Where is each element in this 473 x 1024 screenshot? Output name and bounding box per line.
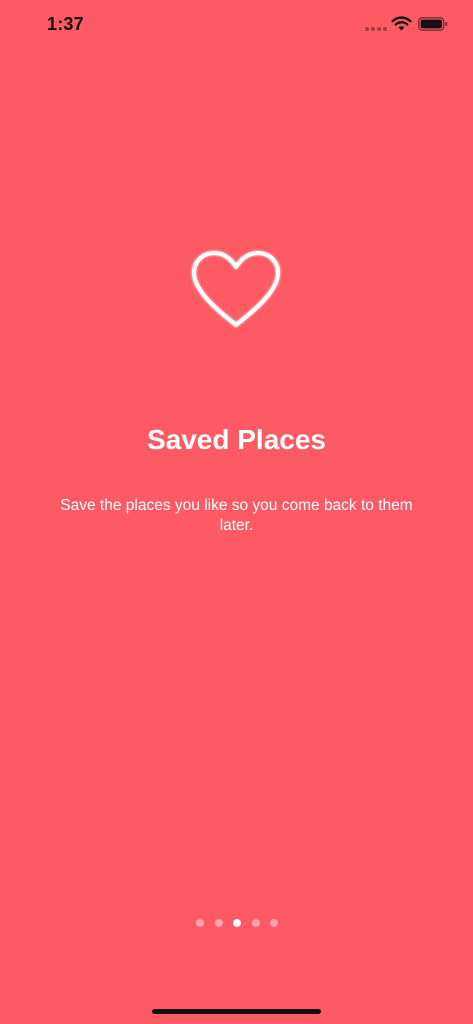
wifi-icon [391,16,412,31]
onboarding-description: Save the places you like so you come bac… [60,497,413,534]
page-dot-5[interactable] [270,918,278,927]
page-dot-3[interactable] [233,918,241,927]
status-time: 1:37 [47,14,84,34]
status-bar: 1:37 [0,0,473,52]
onboarding-title: Saved Places [146,424,327,455]
home-indicator[interactable] [152,1009,321,1014]
page-dot-4[interactable] [251,918,260,927]
heart-icon [192,251,280,327]
page-dot-2[interactable] [214,918,223,927]
page-indicator[interactable] [196,918,278,927]
battery-icon [418,17,448,31]
signal-dots-icon [365,27,387,31]
page-dot-1[interactable] [196,918,204,927]
